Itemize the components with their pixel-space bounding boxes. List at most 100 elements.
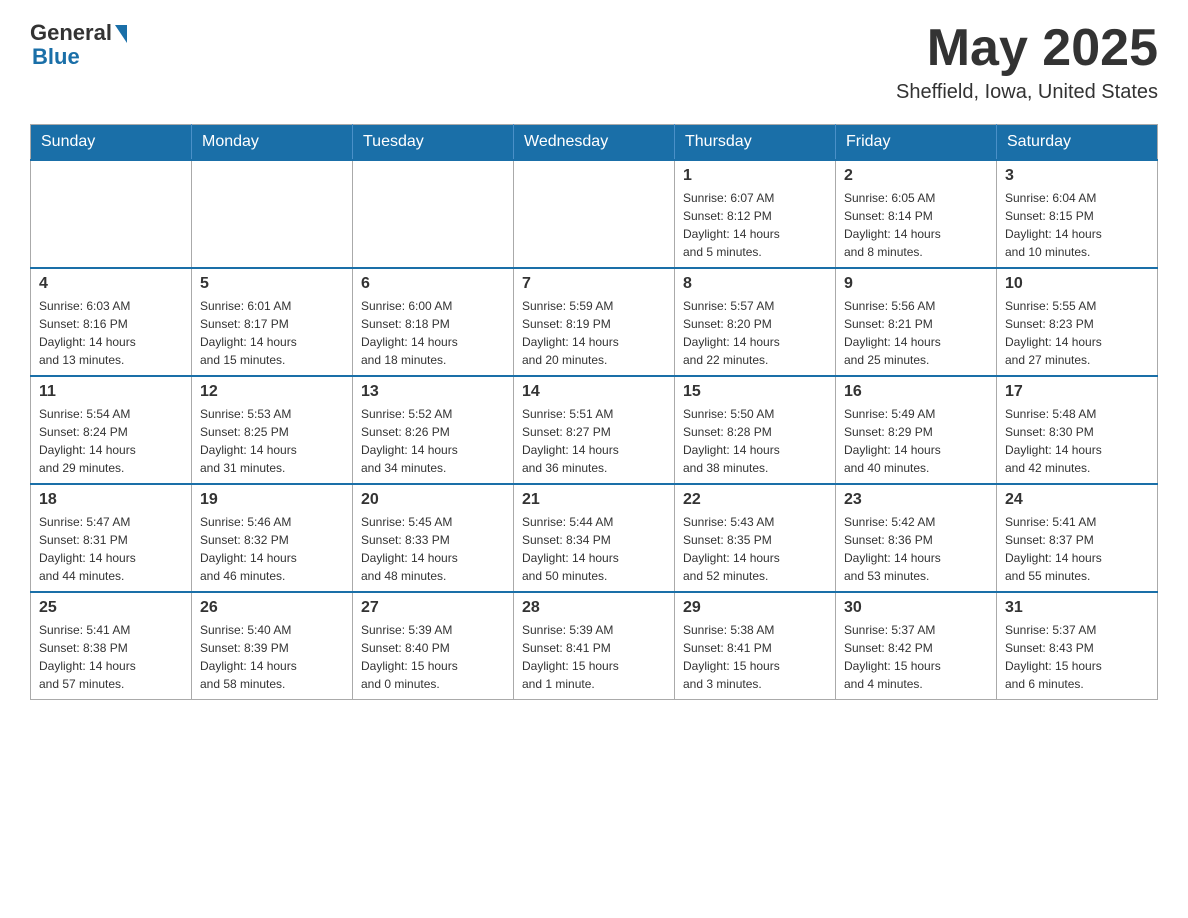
day-number: 31	[1005, 599, 1149, 617]
day-info: Sunrise: 5:45 AMSunset: 8:33 PMDaylight:…	[361, 513, 505, 585]
table-row: 24Sunrise: 5:41 AMSunset: 8:37 PMDayligh…	[997, 484, 1158, 592]
day-info: Sunrise: 5:41 AMSunset: 8:37 PMDaylight:…	[1005, 513, 1149, 585]
day-number: 27	[361, 599, 505, 617]
day-number: 11	[39, 383, 183, 401]
day-info: Sunrise: 5:57 AMSunset: 8:20 PMDaylight:…	[683, 297, 827, 369]
day-number: 8	[683, 275, 827, 293]
day-info: Sunrise: 5:42 AMSunset: 8:36 PMDaylight:…	[844, 513, 988, 585]
day-number: 12	[200, 383, 344, 401]
table-row: 16Sunrise: 5:49 AMSunset: 8:29 PMDayligh…	[836, 376, 997, 484]
day-number: 23	[844, 491, 988, 509]
table-row	[353, 160, 514, 268]
table-row: 12Sunrise: 5:53 AMSunset: 8:25 PMDayligh…	[192, 376, 353, 484]
day-number: 17	[1005, 383, 1149, 401]
table-row: 20 Sunrise: 5:45 AMSunset: 8:33 PMDayligh…	[353, 484, 514, 592]
col-friday: Friday	[836, 125, 997, 161]
day-number: 14	[522, 383, 666, 401]
col-wednesday: Wednesday	[514, 125, 675, 161]
table-row	[31, 160, 192, 268]
month-title: May 2025	[896, 20, 1158, 77]
col-saturday: Saturday	[997, 125, 1158, 161]
table-row: 19 Sunrise: 5:46 AMSunset: 8:32 PMDayligh…	[192, 484, 353, 592]
table-row: 28Sunrise: 5:39 AMSunset: 8:41 PMDayligh…	[514, 592, 675, 700]
day-number: 26	[200, 599, 344, 617]
day-info: Sunrise: 6:03 AMSunset: 8:16 PMDaylight:…	[39, 297, 183, 369]
day-info: Sunrise: 6:07 AMSunset: 8:12 PMDaylight:…	[683, 189, 827, 261]
table-row: 23 Sunrise: 5:42 AMSunset: 8:36 PMDayligh…	[836, 484, 997, 592]
logo: General Blue	[30, 20, 127, 70]
day-number: 6	[361, 275, 505, 293]
table-row: 15 Sunrise: 5:50 AMSunset: 8:28 PMDayligh…	[675, 376, 836, 484]
day-info: Sunrise: 5:59 AMSunset: 8:19 PMDaylight:…	[522, 297, 666, 369]
calendar-week-row: 4 Sunrise: 6:03 AMSunset: 8:16 PMDaylight…	[31, 268, 1158, 376]
day-number: 2	[844, 167, 988, 185]
table-row	[514, 160, 675, 268]
day-info: Sunrise: 5:47 AMSunset: 8:31 PMDaylight:…	[39, 513, 183, 585]
day-number: 13	[361, 383, 505, 401]
day-number: 18	[39, 491, 183, 509]
table-row: 13Sunrise: 5:52 AMSunset: 8:26 PMDayligh…	[353, 376, 514, 484]
day-number: 28	[522, 599, 666, 617]
col-sunday: Sunday	[31, 125, 192, 161]
table-row: 10 Sunrise: 5:55 AMSunset: 8:23 PMDayligh…	[997, 268, 1158, 376]
day-number: 19	[200, 491, 344, 509]
day-number: 16	[844, 383, 988, 401]
table-row: 22 Sunrise: 5:43 AMSunset: 8:35 PMDayligh…	[675, 484, 836, 592]
day-info: Sunrise: 5:51 AMSunset: 8:27 PMDaylight:…	[522, 405, 666, 477]
table-row: 17 Sunrise: 5:48 AMSunset: 8:30 PMDayligh…	[997, 376, 1158, 484]
day-number: 7	[522, 275, 666, 293]
table-row: 7 Sunrise: 5:59 AMSunset: 8:19 PMDaylight…	[514, 268, 675, 376]
table-row: 5 Sunrise: 6:01 AMSunset: 8:17 PMDaylight…	[192, 268, 353, 376]
day-number: 9	[844, 275, 988, 293]
table-row: 4 Sunrise: 6:03 AMSunset: 8:16 PMDaylight…	[31, 268, 192, 376]
table-row: 6 Sunrise: 6:00 AMSunset: 8:18 PMDaylight…	[353, 268, 514, 376]
day-info: Sunrise: 6:01 AMSunset: 8:17 PMDaylight:…	[200, 297, 344, 369]
day-number: 22	[683, 491, 827, 509]
day-number: 25	[39, 599, 183, 617]
day-number: 21	[522, 491, 666, 509]
day-info: Sunrise: 6:05 AMSunset: 8:14 PMDaylight:…	[844, 189, 988, 261]
table-row: 21Sunrise: 5:44 AMSunset: 8:34 PMDayligh…	[514, 484, 675, 592]
day-number: 30	[844, 599, 988, 617]
table-row: 1 Sunrise: 6:07 AMSunset: 8:12 PMDaylight…	[675, 160, 836, 268]
calendar-week-row: 25 Sunrise: 5:41 AMSunset: 8:38 PMDayligh…	[31, 592, 1158, 700]
calendar-table: Sunday Monday Tuesday Wednesday Thursday…	[30, 124, 1158, 700]
day-info: Sunrise: 5:37 AMSunset: 8:42 PMDaylight:…	[844, 621, 988, 693]
day-info: Sunrise: 6:04 AMSunset: 8:15 PMDaylight:…	[1005, 189, 1149, 261]
table-row: 29 Sunrise: 5:38 AMSunset: 8:41 PMDayligh…	[675, 592, 836, 700]
day-info: Sunrise: 5:50 AMSunset: 8:28 PMDaylight:…	[683, 405, 827, 477]
day-number: 10	[1005, 275, 1149, 293]
day-info: Sunrise: 6:00 AMSunset: 8:18 PMDaylight:…	[361, 297, 505, 369]
calendar-header-row: Sunday Monday Tuesday Wednesday Thursday…	[31, 125, 1158, 161]
table-row: 27Sunrise: 5:39 AMSunset: 8:40 PMDayligh…	[353, 592, 514, 700]
day-number: 5	[200, 275, 344, 293]
page-header: General Blue May 2025 Sheffield, Iowa, U…	[30, 20, 1158, 104]
col-monday: Monday	[192, 125, 353, 161]
day-number: 15	[683, 383, 827, 401]
day-info: Sunrise: 5:46 AMSunset: 8:32 PMDaylight:…	[200, 513, 344, 585]
day-number: 29	[683, 599, 827, 617]
day-number: 4	[39, 275, 183, 293]
day-info: Sunrise: 5:43 AMSunset: 8:35 PMDaylight:…	[683, 513, 827, 585]
day-number: 1	[683, 167, 827, 185]
table-row: 11Sunrise: 5:54 AMSunset: 8:24 PMDayligh…	[31, 376, 192, 484]
calendar-week-row: 1 Sunrise: 6:07 AMSunset: 8:12 PMDaylight…	[31, 160, 1158, 268]
day-info: Sunrise: 5:41 AMSunset: 8:38 PMDaylight:…	[39, 621, 183, 693]
table-row: 2 Sunrise: 6:05 AMSunset: 8:14 PMDaylight…	[836, 160, 997, 268]
table-row: 3 Sunrise: 6:04 AMSunset: 8:15 PMDaylight…	[997, 160, 1158, 268]
day-info: Sunrise: 5:40 AMSunset: 8:39 PMDaylight:…	[200, 621, 344, 693]
col-thursday: Thursday	[675, 125, 836, 161]
day-info: Sunrise: 5:37 AMSunset: 8:43 PMDaylight:…	[1005, 621, 1149, 693]
title-area: May 2025 Sheffield, Iowa, United States	[896, 20, 1158, 104]
logo-blue-text: Blue	[32, 44, 80, 70]
logo-general-text: General	[30, 20, 112, 46]
day-info: Sunrise: 5:55 AMSunset: 8:23 PMDaylight:…	[1005, 297, 1149, 369]
logo-arrow-icon	[115, 25, 127, 43]
day-info: Sunrise: 5:38 AMSunset: 8:41 PMDaylight:…	[683, 621, 827, 693]
day-info: Sunrise: 5:48 AMSunset: 8:30 PMDaylight:…	[1005, 405, 1149, 477]
day-number: 20	[361, 491, 505, 509]
table-row: 8 Sunrise: 5:57 AMSunset: 8:20 PMDaylight…	[675, 268, 836, 376]
day-number: 3	[1005, 167, 1149, 185]
table-row: 26 Sunrise: 5:40 AMSunset: 8:39 PMDayligh…	[192, 592, 353, 700]
table-row: 25 Sunrise: 5:41 AMSunset: 8:38 PMDayligh…	[31, 592, 192, 700]
